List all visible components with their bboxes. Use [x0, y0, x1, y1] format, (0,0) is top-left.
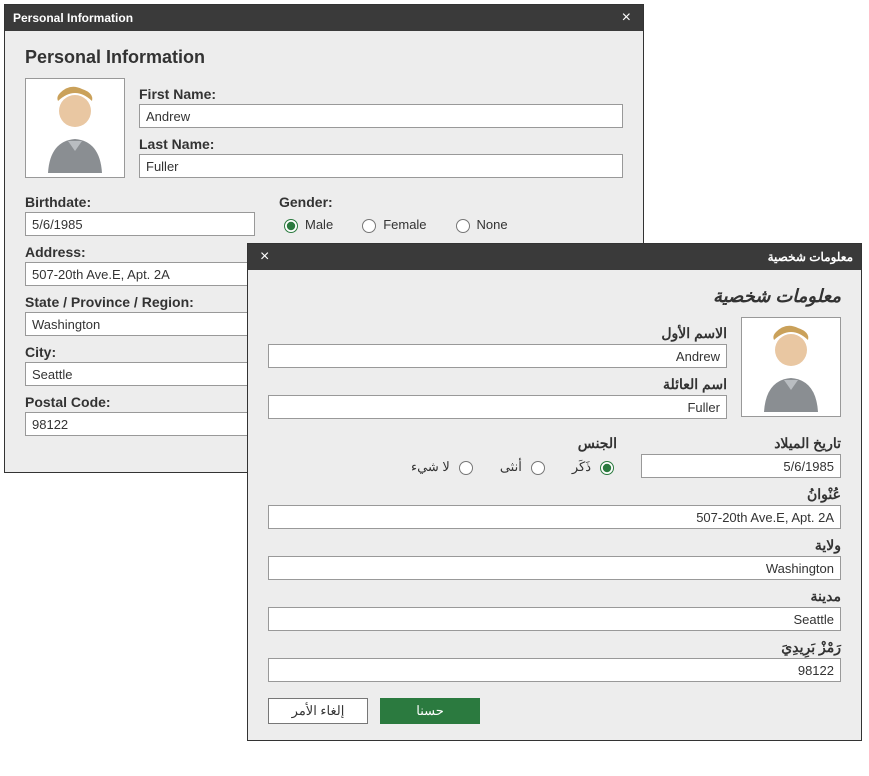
avatar — [30, 83, 120, 173]
state-label: ولاية — [268, 537, 841, 554]
gender-male-radio[interactable]: ذَكَر — [572, 458, 617, 475]
page-title: معلومات شخصية — [268, 286, 841, 307]
last-name-input[interactable] — [139, 154, 623, 178]
postal-input[interactable] — [268, 658, 841, 682]
last-name-input[interactable] — [268, 395, 727, 419]
first-name-input[interactable] — [268, 344, 727, 368]
gender-female-radio[interactable]: أنثى — [500, 458, 548, 475]
city-input[interactable] — [268, 607, 841, 631]
titlebar[interactable]: Personal Information × — [5, 5, 643, 31]
city-label: مدينة — [268, 588, 841, 605]
address-label: عُنْوانُ — [268, 486, 841, 503]
birthdate-label: تاريخ الميلاد — [641, 435, 841, 452]
gender-male-radio[interactable]: Male — [279, 216, 333, 233]
last-name-label: Last Name: — [139, 136, 623, 152]
first-name-label: الاسم الأول — [268, 325, 727, 342]
dialog-content: معلومات شخصية الاسم الأول اسم العائلة — [248, 270, 861, 740]
gender-none-radio[interactable]: None — [451, 216, 508, 233]
window-title: Personal Information — [13, 5, 133, 31]
close-icon[interactable]: × — [618, 5, 635, 31]
last-name-label: اسم العائلة — [268, 376, 727, 393]
gender-none-radio[interactable]: لا شيء — [411, 458, 476, 475]
address-input[interactable] — [268, 505, 841, 529]
birthdate-input[interactable] — [641, 454, 841, 478]
page-title: Personal Information — [25, 47, 623, 68]
gender-label: الجنس — [268, 435, 617, 452]
avatar-frame — [25, 78, 125, 178]
gender-radio-group: ذَكَر أنثى لا شيء — [268, 458, 617, 475]
gender-female-radio[interactable]: Female — [357, 216, 426, 233]
postal-label: رَمْزْ بَرِيدِيَ — [268, 639, 841, 656]
cancel-button[interactable]: إلغاء الأمر — [268, 698, 368, 724]
close-icon[interactable]: × — [256, 244, 273, 270]
window-title: معلومات شخصية — [768, 244, 853, 270]
gender-radio-group: Male Female None — [279, 216, 623, 233]
titlebar[interactable]: معلومات شخصية × — [248, 244, 861, 270]
first-name-input[interactable] — [139, 104, 623, 128]
gender-label: Gender: — [279, 194, 623, 210]
avatar-frame — [741, 317, 841, 417]
state-input[interactable] — [268, 556, 841, 580]
avatar — [746, 322, 836, 412]
ok-button[interactable]: حسنا — [380, 698, 480, 724]
birthdate-input[interactable] — [25, 212, 255, 236]
birthdate-label: Birthdate: — [25, 194, 255, 210]
personal-info-dialog-ar: معلومات شخصية × معلومات شخصية الاسم الأو… — [247, 243, 862, 741]
button-row: حسنا إلغاء الأمر — [268, 698, 841, 724]
first-name-label: First Name: — [139, 86, 623, 102]
